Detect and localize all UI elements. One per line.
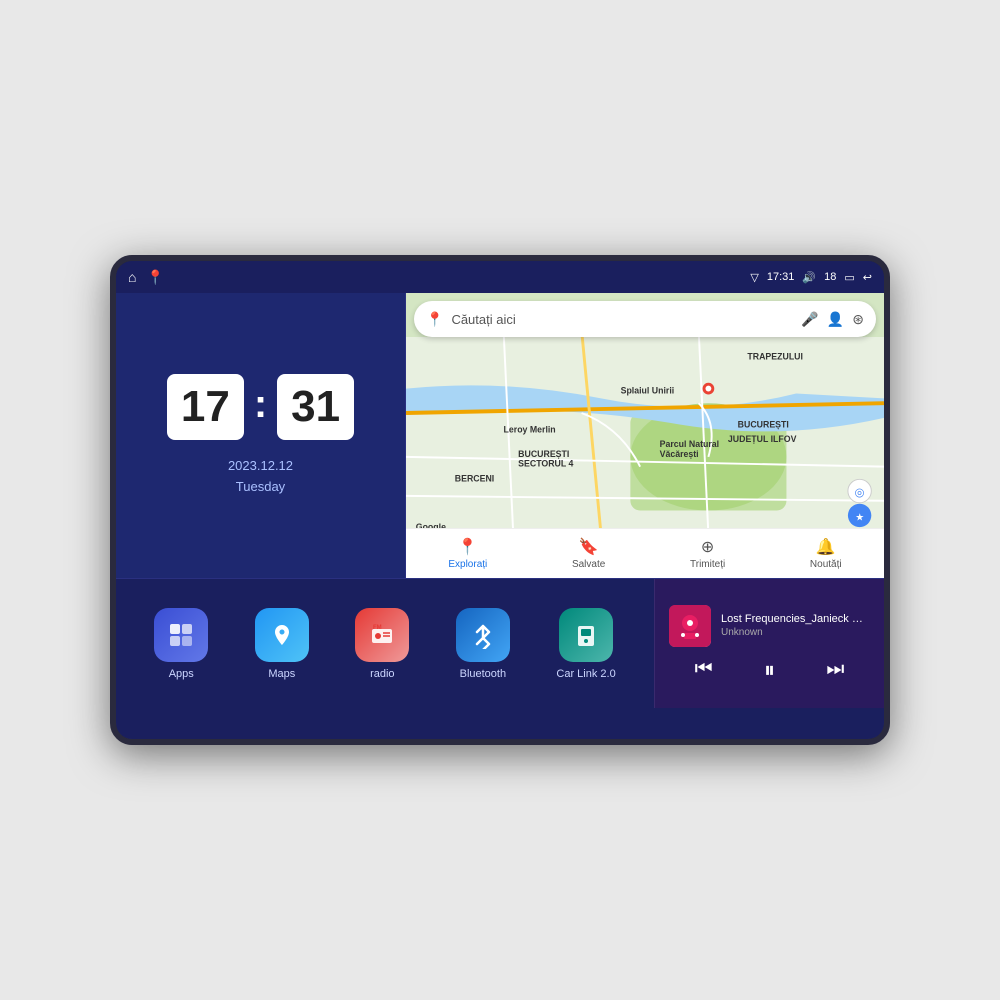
map-nav-noutati[interactable]: 🔔 Noutăți — [810, 537, 842, 570]
noutati-label: Noutăți — [810, 559, 842, 570]
main-content: 17 : 31 2023.12.12 Tuesday — [116, 293, 884, 739]
svg-text:TRAPEZULUI: TRAPEZULUI — [747, 351, 803, 361]
clock-hours: 17 — [167, 374, 244, 440]
map-bottom-bar: 📍 Explorați 🔖 Salvate ⊕ Trimiteți — [406, 528, 884, 578]
music-title: Lost Frequencies_Janieck Devy-... — [721, 613, 870, 625]
svg-text:Parcul Natural: Parcul Natural — [660, 439, 719, 449]
mic-icon[interactable]: 🎤 — [801, 311, 818, 328]
salvate-icon: 🔖 — [579, 537, 599, 557]
radio-icon: FM — [355, 608, 409, 662]
status-right: ▽ 17:31 🔊 18 ▭ ↩ — [750, 271, 872, 284]
svg-text:JUDEȚUL ILFOV: JUDEȚUL ILFOV — [728, 434, 797, 444]
map-search-bar[interactable]: 📍 Căutați aici 🎤 👤 ⊛ — [414, 301, 876, 337]
svg-text:Leroy Merlin: Leroy Merlin — [504, 425, 556, 435]
map-svg-area: TRAPEZULUI BUCUREȘTI JUDEȚUL ILFOV BERCE… — [406, 337, 884, 528]
device-shell: ⌂ 📍 ▽ 17:31 🔊 18 ▭ ↩ 17 — [110, 255, 890, 745]
app-item-bluetooth[interactable]: Bluetooth — [456, 608, 510, 680]
play-pause-button[interactable]: ⏸ — [764, 657, 775, 683]
signal-icon: ▽ — [750, 271, 758, 284]
salvate-label: Salvate — [572, 559, 605, 570]
top-row: 17 : 31 2023.12.12 Tuesday — [116, 293, 884, 578]
battery-icon: ▭ — [844, 271, 854, 284]
music-thumbnail — [669, 605, 711, 647]
account-icon[interactable]: 👤 — [827, 311, 844, 328]
carlink-icon — [559, 608, 613, 662]
svg-text:Văcărești: Văcărești — [660, 449, 699, 459]
apps-label: Apps — [169, 668, 194, 680]
svg-text:Splaiul Unirii: Splaiul Unirii — [621, 385, 675, 395]
svg-text:◎: ◎ — [855, 486, 865, 499]
music-artist: Unknown — [721, 627, 870, 638]
bottom-row: Apps Maps — [116, 578, 884, 708]
explorati-icon: 📍 — [458, 537, 478, 557]
maps-pin-icon[interactable]: 📍 — [146, 269, 163, 286]
music-controls: ⏮ ⏸ ⏭ — [669, 657, 870, 683]
map-nav-explorati[interactable]: 📍 Explorați — [448, 537, 487, 570]
map-widget[interactable]: 📍 Căutați aici 🎤 👤 ⊛ — [406, 293, 884, 578]
svg-text:SECTORUL 4: SECTORUL 4 — [518, 459, 573, 469]
clock-minutes: 31 — [277, 374, 354, 440]
trimiteti-icon: ⊕ — [701, 537, 714, 557]
layers-icon[interactable]: ⊛ — [852, 311, 864, 328]
next-button[interactable]: ⏭ — [826, 658, 844, 681]
trimiteti-label: Trimiteți — [690, 559, 725, 570]
back-icon[interactable]: ↩ — [863, 271, 872, 284]
clock-widget: 17 : 31 2023.12.12 Tuesday — [116, 293, 406, 578]
status-left: ⌂ 📍 — [128, 269, 164, 286]
clock-date: 2023.12.12 Tuesday — [228, 456, 293, 498]
explorati-label: Explorați — [448, 559, 487, 570]
map-pin-search-icon: 📍 — [426, 311, 443, 328]
music-section: Lost Frequencies_Janieck Devy-... Unknow… — [654, 579, 884, 708]
svg-text:FM: FM — [373, 625, 382, 631]
app-item-radio[interactable]: FM radio — [355, 608, 409, 680]
map-search-text: Căutați aici — [451, 312, 793, 327]
status-time: 17:31 — [767, 271, 795, 283]
svg-text:BUCUREȘTI: BUCUREȘTI — [738, 420, 789, 430]
prev-button[interactable]: ⏮ — [695, 658, 713, 681]
volume-icon: 🔊 — [802, 271, 816, 284]
svg-text:BERCENI: BERCENI — [455, 473, 494, 483]
status-bar: ⌂ 📍 ▽ 17:31 🔊 18 ▭ ↩ — [116, 261, 884, 293]
bluetooth-label: Bluetooth — [460, 668, 506, 680]
svg-text:BUCUREȘTI: BUCUREȘTI — [518, 449, 569, 459]
apps-section: Apps Maps — [116, 579, 654, 708]
maps-label: Maps — [268, 668, 295, 680]
apps-icon — [154, 608, 208, 662]
maps-icon — [255, 608, 309, 662]
app-item-carlink[interactable]: Car Link 2.0 — [556, 608, 615, 680]
clock-display: 17 : 31 — [167, 374, 354, 440]
music-text: Lost Frequencies_Janieck Devy-... Unknow… — [721, 613, 870, 638]
app-item-apps[interactable]: Apps — [154, 608, 208, 680]
music-info: Lost Frequencies_Janieck Devy-... Unknow… — [669, 605, 870, 647]
bluetooth-icon — [456, 608, 510, 662]
screen: ⌂ 📍 ▽ 17:31 🔊 18 ▭ ↩ 17 — [116, 261, 884, 739]
carlink-label: Car Link 2.0 — [556, 668, 615, 680]
home-icon[interactable]: ⌂ — [128, 269, 136, 285]
radio-label: radio — [370, 668, 394, 680]
svg-text:★: ★ — [855, 512, 864, 523]
clock-colon: : — [254, 382, 267, 427]
noutati-icon: 🔔 — [816, 537, 836, 557]
map-nav-trimiteti[interactable]: ⊕ Trimiteți — [690, 537, 725, 570]
app-item-maps[interactable]: Maps — [255, 608, 309, 680]
map-nav-salvate[interactable]: 🔖 Salvate — [572, 537, 605, 570]
map-search-actions: 🎤 👤 ⊛ — [801, 311, 864, 328]
battery-level: 18 — [824, 271, 836, 283]
map-background: 📍 Căutați aici 🎤 👤 ⊛ — [406, 293, 884, 578]
